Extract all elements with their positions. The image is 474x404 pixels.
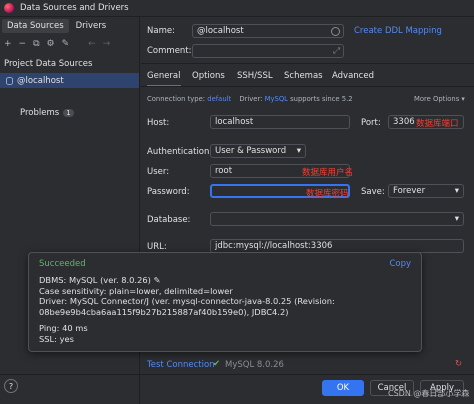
popup-line-ping: Ping: 40 ms bbox=[39, 323, 88, 333]
user-label: User: bbox=[147, 167, 170, 177]
driver-value[interactable]: MySQL bbox=[265, 95, 288, 103]
name-label: Name: bbox=[147, 26, 175, 36]
data-source-label: @localhost bbox=[17, 75, 64, 86]
tab-advanced[interactable]: Advanced bbox=[332, 71, 374, 81]
connection-type-value[interactable]: default bbox=[207, 95, 231, 103]
edit-pencil-icon[interactable]: ✎ bbox=[154, 275, 161, 285]
port-value: 3306 bbox=[393, 117, 415, 127]
test-version: MySQL 8.0.26 bbox=[225, 360, 284, 370]
create-ddl-link[interactable]: Create DDL Mapping bbox=[354, 26, 442, 36]
database-icon bbox=[6, 76, 13, 85]
url-value: jdbc:mysql://localhost:3306 bbox=[215, 241, 333, 251]
tab-ssh-ssl[interactable]: SSH/SSL bbox=[237, 71, 273, 81]
popup-line-revision: 08be9e9b4cba6aa115f9b27b215887af40b159e0… bbox=[39, 306, 289, 317]
project-data-sources-label: Project Data Sources bbox=[4, 59, 93, 69]
driver-note: supports since 5.2 bbox=[290, 95, 353, 103]
back-arrow-icon[interactable]: ← bbox=[88, 39, 96, 49]
help-icon[interactable]: ? bbox=[4, 379, 18, 393]
database-label: Database: bbox=[147, 215, 191, 225]
chevron-down-icon: ▾ bbox=[454, 214, 459, 224]
authentication-select[interactable]: User & Password ▾ bbox=[210, 144, 306, 158]
settings-icon[interactable]: ⚙ bbox=[47, 39, 55, 49]
app-logo-icon bbox=[4, 3, 14, 13]
popup-line-driver: Driver: MySQL Connector/J (ver. mysql-co… bbox=[39, 296, 335, 306]
chevron-down-icon: ▾ bbox=[296, 146, 301, 156]
password-label: Password: bbox=[147, 187, 190, 197]
save-value: Forever bbox=[393, 186, 426, 196]
left-tabs: Data Sources Drivers bbox=[0, 17, 140, 34]
more-options-link[interactable]: More Options ▾ bbox=[414, 95, 465, 103]
popup-line-dbms: DBMS: MySQL (ver. 8.0.26) ✎ bbox=[39, 275, 161, 285]
warning-icon: ↻ bbox=[455, 359, 463, 369]
tab-general[interactable]: General bbox=[147, 71, 181, 87]
comment-input[interactable]: ⤢ bbox=[192, 44, 344, 58]
bottom-divider bbox=[0, 374, 474, 375]
name-input[interactable]: @localhost bbox=[192, 24, 344, 38]
popup-line-ssl: SSL: yes bbox=[39, 333, 74, 344]
forward-arrow-icon[interactable]: → bbox=[103, 39, 111, 49]
tab-divider bbox=[141, 86, 474, 87]
driver-label: Driver: bbox=[239, 95, 263, 103]
test-connection-popup: Succeeded Copy DBMS: MySQL (ver. 8.0.26)… bbox=[28, 252, 422, 352]
popup-line-case: Case sensitivity: plain=lower, delimited… bbox=[39, 285, 233, 296]
title-bar: Data Sources and Drivers bbox=[0, 0, 474, 17]
checkmark-icon: ✔ bbox=[213, 359, 221, 369]
data-source-item[interactable]: @localhost bbox=[0, 73, 139, 88]
tab-options[interactable]: Options bbox=[192, 71, 225, 81]
duplicate-icon[interactable]: ⧉ bbox=[33, 39, 39, 49]
add-icon[interactable]: + bbox=[4, 39, 12, 49]
user-annotation: 数据库用户名 bbox=[302, 168, 354, 178]
authentication-label: Authentication: bbox=[147, 147, 213, 157]
test-connection-link[interactable]: Test Connection bbox=[147, 360, 215, 370]
tab-data-sources[interactable]: Data Sources bbox=[2, 18, 69, 33]
copy-link[interactable]: Copy bbox=[389, 259, 411, 269]
problems-item[interactable]: Problems 1 bbox=[20, 108, 74, 118]
comment-label: Comment: bbox=[147, 46, 192, 56]
password-annotation: 数据库密码 bbox=[306, 189, 349, 199]
problems-count-badge: 1 bbox=[63, 109, 74, 117]
url-label: URL: bbox=[147, 242, 167, 252]
divider bbox=[141, 63, 474, 64]
edit-icon[interactable]: ✎ bbox=[62, 39, 70, 49]
tab-drivers[interactable]: Drivers bbox=[71, 19, 112, 33]
success-status: Succeeded bbox=[39, 259, 86, 269]
authentication-value: User & Password bbox=[215, 146, 287, 156]
database-select[interactable]: ▾ bbox=[210, 212, 464, 226]
window-title: Data Sources and Drivers bbox=[20, 3, 129, 13]
expand-icon[interactable]: ⤢ bbox=[333, 46, 340, 56]
chevron-down-icon: ▾ bbox=[454, 186, 459, 196]
host-input[interactable]: localhost bbox=[210, 115, 350, 129]
save-select[interactable]: Forever ▾ bbox=[388, 184, 464, 198]
url-input[interactable]: jdbc:mysql://localhost:3306 bbox=[210, 239, 464, 253]
ok-button[interactable]: OK bbox=[322, 380, 364, 396]
connection-type-row: Connection type: default Driver: MySQL s… bbox=[147, 95, 353, 103]
problems-label: Problems bbox=[20, 108, 60, 118]
color-circle-icon[interactable] bbox=[331, 26, 340, 36]
watermark: CSDN @春日部小学森 bbox=[388, 389, 470, 398]
port-label: Port: bbox=[361, 118, 381, 128]
connection-type-label: Connection type: bbox=[147, 95, 206, 103]
port-annotation: 数据库端口 bbox=[416, 119, 459, 129]
host-value: localhost bbox=[215, 117, 254, 127]
name-value: @localhost bbox=[197, 26, 244, 36]
tab-schemas[interactable]: Schemas bbox=[284, 71, 323, 81]
left-toolbar: + − ⧉ ⚙ ✎ ← → bbox=[0, 36, 140, 52]
user-value: root bbox=[215, 166, 233, 176]
remove-icon[interactable]: − bbox=[19, 39, 27, 49]
host-label: Host: bbox=[147, 118, 170, 128]
save-label: Save: bbox=[361, 187, 385, 197]
